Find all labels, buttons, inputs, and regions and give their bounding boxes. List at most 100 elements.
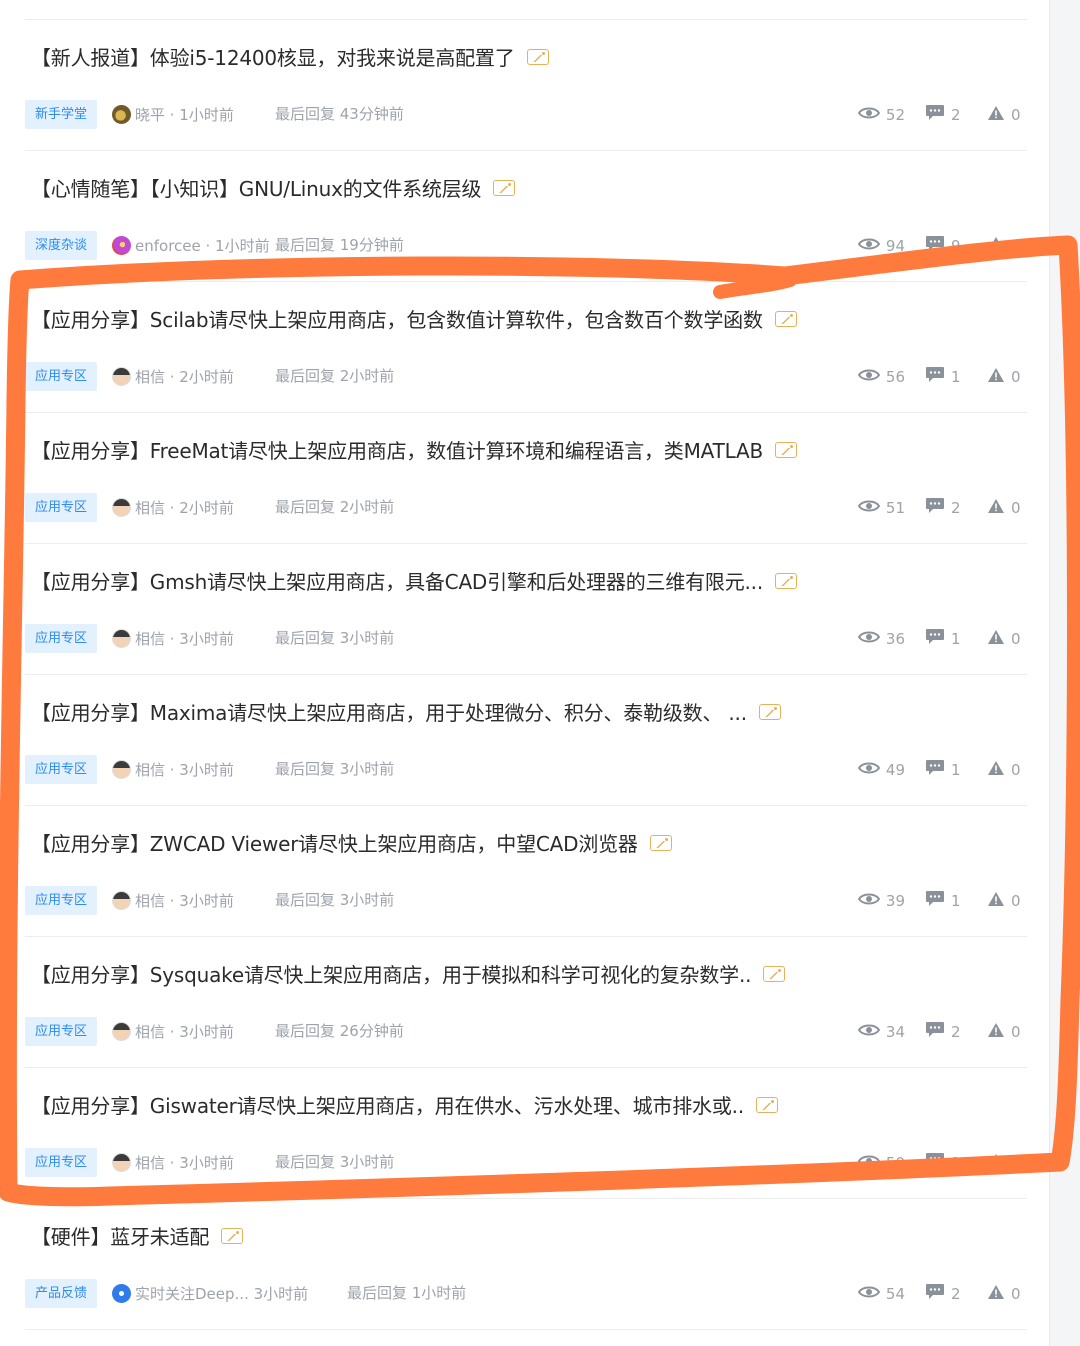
avatar[interactable] xyxy=(112,105,131,124)
author-info[interactable]: 相信 · 3小时前 xyxy=(112,1017,234,1046)
image-icon xyxy=(221,1227,244,1244)
author-text[interactable]: 相信 · 2小时前 xyxy=(135,497,234,518)
eye-icon xyxy=(857,1023,886,1041)
post-title-text[interactable]: 【应用分享】Giswater请尽快上架应用商店，用在供水、污水处理、城市排水或.… xyxy=(31,1090,744,1119)
post-title-text[interactable]: 【应用分享】Maxima请尽快上架应用商店，用于处理微分、积分、泰勒级数、 ..… xyxy=(31,697,747,726)
eye-icon xyxy=(857,1154,886,1172)
post-title[interactable]: 【应用分享】Sysquake请尽快上架应用商店，用于模拟和科学可视化的复杂数学.… xyxy=(31,959,786,988)
post-title-text[interactable]: 【心情随笔】【小知识】GNU/Linux的文件系统层级 xyxy=(31,173,482,202)
post-title[interactable]: 【应用分享】Scilab请尽快上架应用商店，包含数值计算软件，包含数百个数学函数 xyxy=(31,304,797,333)
author-text[interactable]: 晓平 · 1小时前 xyxy=(135,104,234,125)
category-tag[interactable]: 产品反馈 xyxy=(25,1279,98,1308)
post-item[interactable]: 【心情随笔】【小知识】GNU/Linux的文件系统层级 深度杂谈 enforce… xyxy=(25,150,1027,282)
category-tag[interactable]: 应用专区 xyxy=(25,362,98,391)
reports-count: 0 xyxy=(1011,105,1021,124)
author-info[interactable]: 相信 · 3小时前 xyxy=(112,624,234,653)
post-item[interactable]: 【硬件】蓝牙未适配 产品反馈 实时关注Deep... 3小时前 最后回复 1小时… xyxy=(25,1198,1027,1330)
post-meta: 应用专区 相信 · 3小时前 最后回复 3小时前 36 1 0 xyxy=(25,624,1027,654)
post-item[interactable]: 【应用分享】Scilab请尽快上架应用商店，包含数值计算软件，包含数百个数学函数… xyxy=(25,281,1027,413)
comment-icon xyxy=(925,1283,951,1304)
author-text[interactable]: enforcee · 1小时前 xyxy=(135,235,270,256)
post-item[interactable]: 【应用分享】Gmsh请尽快上架应用商店，具备CAD引擎和后处理器的三维有限元..… xyxy=(25,543,1027,675)
post-title-text[interactable]: 【硬件】蓝牙未适配 xyxy=(31,1221,209,1250)
author-text[interactable]: 相信 · 3小时前 xyxy=(135,1152,234,1173)
views-count: 34 xyxy=(885,1022,905,1041)
post-title[interactable]: 【心情随笔】【小知识】GNU/Linux的文件系统层级 xyxy=(31,173,516,202)
views-count: 54 xyxy=(885,1284,905,1303)
category-tag[interactable]: 应用专区 xyxy=(25,624,98,653)
comment-icon xyxy=(925,497,951,518)
avatar[interactable] xyxy=(112,1022,131,1041)
avatar[interactable] xyxy=(112,1284,131,1303)
comments-count: 1 xyxy=(951,1153,961,1172)
post-title-text[interactable]: 【应用分享】FreeMat请尽快上架应用商店，数值计算环境和编程语言，类MATL… xyxy=(31,435,763,464)
avatar[interactable] xyxy=(112,498,131,517)
author-text[interactable]: 相信 · 3小时前 xyxy=(135,1021,234,1042)
category-tag[interactable]: 应用专区 xyxy=(25,755,98,784)
post-title[interactable]: 【应用分享】Giswater请尽快上架应用商店，用在供水、污水处理、城市排水或.… xyxy=(31,1090,778,1119)
author-text[interactable]: 相信 · 3小时前 xyxy=(135,628,234,649)
image-icon xyxy=(758,703,781,720)
post-stats: 49 1 0 xyxy=(838,755,1027,784)
comment-icon xyxy=(925,628,951,649)
post-title[interactable]: 【应用分享】Maxima请尽快上架应用商店，用于处理微分、积分、泰勒级数、 ..… xyxy=(31,697,781,726)
author-info[interactable]: 相信 · 3小时前 xyxy=(112,1148,234,1177)
post-item[interactable]: 【应用分享】FreeMat请尽快上架应用商店，数值计算环境和编程语言，类MATL… xyxy=(25,412,1027,544)
eye-icon xyxy=(857,106,886,124)
post-title[interactable]: 【应用分享】FreeMat请尽快上架应用商店，数值计算环境和编程语言，类MATL… xyxy=(31,435,798,464)
post-title-text[interactable]: 【应用分享】Gmsh请尽快上架应用商店，具备CAD引擎和后处理器的三维有限元..… xyxy=(31,566,763,595)
category-tag[interactable]: 深度杂谈 xyxy=(25,231,98,260)
eye-icon xyxy=(857,630,886,648)
category-tag[interactable]: 新手学堂 xyxy=(25,100,98,129)
comments-stat: 2 xyxy=(925,1283,967,1304)
post-item[interactable]: 【应用分享】Giswater请尽快上架应用商店，用在供水、污水处理、城市排水或.… xyxy=(25,1067,1027,1199)
warning-icon xyxy=(987,1284,1011,1304)
avatar[interactable] xyxy=(112,367,131,386)
author-info[interactable]: 相信 · 3小时前 xyxy=(112,886,234,915)
post-title-text[interactable]: 【新人报道】体验i5-12400核显，对我来说是高配置了 xyxy=(31,42,515,71)
avatar[interactable] xyxy=(112,236,131,255)
author-text[interactable]: 相信 · 2小时前 xyxy=(135,366,234,387)
category-tag[interactable]: 应用专区 xyxy=(25,886,98,915)
avatar[interactable] xyxy=(112,1153,131,1172)
author-info[interactable]: 相信 · 3小时前 xyxy=(112,755,234,784)
post-title[interactable]: 【硬件】蓝牙未适配 xyxy=(31,1221,244,1250)
reports-stat: 0 xyxy=(987,1153,1027,1173)
post-stats: 39 1 0 xyxy=(838,886,1027,915)
avatar[interactable] xyxy=(112,891,131,910)
author-info[interactable]: 实时关注Deep... 3小时前 xyxy=(112,1279,308,1308)
comments-count: 1 xyxy=(951,891,961,910)
post-item[interactable]: 【应用分享】Maxima请尽快上架应用商店，用于处理微分、积分、泰勒级数、 ..… xyxy=(25,674,1027,806)
author-info[interactable]: 相信 · 2小时前 xyxy=(112,493,234,522)
avatar[interactable] xyxy=(112,760,131,779)
comments-stat: 2 xyxy=(925,1021,967,1042)
post-title[interactable]: 【新人报道】体验i5-12400核显，对我来说是高配置了 xyxy=(31,42,549,71)
post-item[interactable]: 【应用分享】Sysquake请尽快上架应用商店，用于模拟和科学可视化的复杂数学.… xyxy=(25,936,1027,1068)
image-icon xyxy=(649,834,672,851)
post-title-text[interactable]: 【应用分享】ZWCAD Viewer请尽快上架应用商店，中望CAD浏览器 xyxy=(31,828,638,857)
views-stat: 39 xyxy=(857,892,905,910)
avatar[interactable] xyxy=(112,629,131,648)
category-tag[interactable]: 应用专区 xyxy=(25,1017,98,1046)
last-reply: 最后回复 2小时前 xyxy=(275,498,395,516)
reports-stat: 0 xyxy=(987,498,1027,518)
post-title-text[interactable]: 【应用分享】Scilab请尽快上架应用商店，包含数值计算软件，包含数百个数学函数 xyxy=(31,304,763,333)
last-reply: 最后回复 43分钟前 xyxy=(275,105,404,123)
author-info[interactable]: enforcee · 1小时前 xyxy=(112,231,270,260)
post-title[interactable]: 【应用分享】ZWCAD Viewer请尽快上架应用商店，中望CAD浏览器 xyxy=(31,828,672,857)
author-info[interactable]: 晓平 · 1小时前 xyxy=(112,100,234,129)
author-text[interactable]: 相信 · 3小时前 xyxy=(135,890,234,911)
author-info[interactable]: 相信 · 2小时前 xyxy=(112,362,234,391)
post-title[interactable]: 【应用分享】Gmsh请尽快上架应用商店，具备CAD引擎和后处理器的三维有限元..… xyxy=(31,566,797,595)
image-icon xyxy=(775,441,798,458)
post-meta: 新手学堂 晓平 · 1小时前 最后回复 43分钟前 52 2 0 xyxy=(25,100,1027,130)
sidebar-edge xyxy=(1049,0,1080,1346)
category-tag[interactable]: 应用专区 xyxy=(25,1148,98,1177)
post-item[interactable]: 【新人报道】体验i5-12400核显，对我来说是高配置了 新手学堂 晓平 · 1… xyxy=(25,19,1027,151)
category-tag[interactable]: 应用专区 xyxy=(25,493,98,522)
author-text[interactable]: 相信 · 3小时前 xyxy=(135,759,234,780)
post-title-text[interactable]: 【应用分享】Sysquake请尽快上架应用商店，用于模拟和科学可视化的复杂数学.… xyxy=(31,959,751,988)
post-item[interactable]: 【应用分享】ZWCAD Viewer请尽快上架应用商店，中望CAD浏览器 应用专… xyxy=(25,805,1027,937)
image-icon xyxy=(755,1096,778,1113)
author-text[interactable]: 实时关注Deep... 3小时前 xyxy=(135,1283,308,1304)
